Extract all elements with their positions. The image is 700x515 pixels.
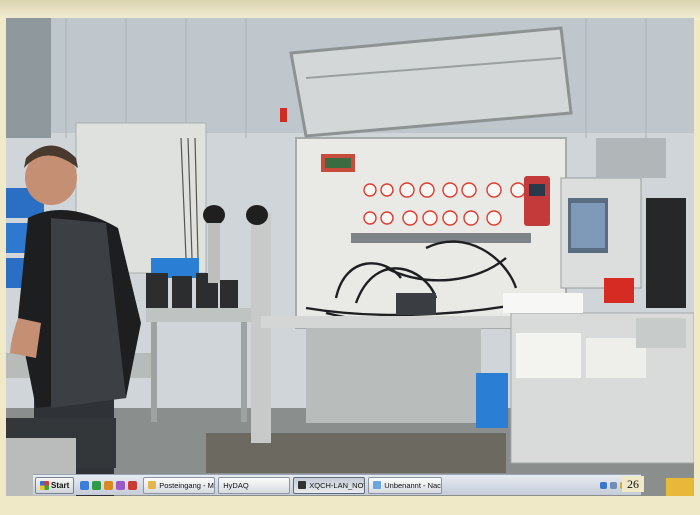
mail-icon[interactable] xyxy=(128,480,138,490)
documents xyxy=(503,293,583,313)
play-icon xyxy=(298,481,307,489)
workbench xyxy=(146,308,256,322)
paper-sheet xyxy=(516,333,581,378)
taskbar-item-label: Posteingang - Mic... xyxy=(159,480,214,490)
start-button[interactable]: Start xyxy=(35,476,75,494)
media-icon[interactable] xyxy=(104,480,114,490)
taskbar-item-hydaq[interactable]: HyDAQ xyxy=(218,476,291,494)
taskbar-item-unbenannt[interactable]: Unbenannt - Nac... xyxy=(368,476,443,494)
page-number: 26 xyxy=(622,476,644,492)
taskbar-item-xqch[interactable]: XQCH-LAN_NOV... xyxy=(293,476,366,494)
workshop-scene xyxy=(6,18,694,496)
folder-icon xyxy=(148,481,157,489)
slide-background: Start Posteingang - Mic... HyDAQ XQCH-LA… xyxy=(0,0,700,515)
taskbar-item-posteingang[interactable]: Posteingang - Mic... xyxy=(143,476,216,494)
handheld-meter xyxy=(524,176,550,226)
app-icon[interactable] xyxy=(116,480,126,490)
desktop-icon[interactable] xyxy=(80,480,90,490)
quick-launch xyxy=(80,480,138,490)
network-icon[interactable] xyxy=(600,481,607,489)
pc-monitor xyxy=(646,198,686,308)
taskbar-item-label: XQCH-LAN_NOV... xyxy=(309,480,364,490)
slide-top-band xyxy=(0,0,700,20)
volume-icon[interactable] xyxy=(610,481,617,489)
warning-light xyxy=(280,108,287,122)
workshop-photo xyxy=(6,18,694,496)
taskbar-item-label: HyDAQ xyxy=(223,480,249,490)
start-label: Start xyxy=(51,480,70,490)
notepad-icon xyxy=(373,481,382,489)
windows-logo-icon xyxy=(40,480,49,490)
browser-icon[interactable] xyxy=(92,480,102,490)
taskbar-item-label: Unbenannt - Nac... xyxy=(384,480,443,490)
blue-bin xyxy=(476,373,508,428)
windows-taskbar: Start Posteingang - Mic... HyDAQ XQCH-LA… xyxy=(33,474,641,495)
